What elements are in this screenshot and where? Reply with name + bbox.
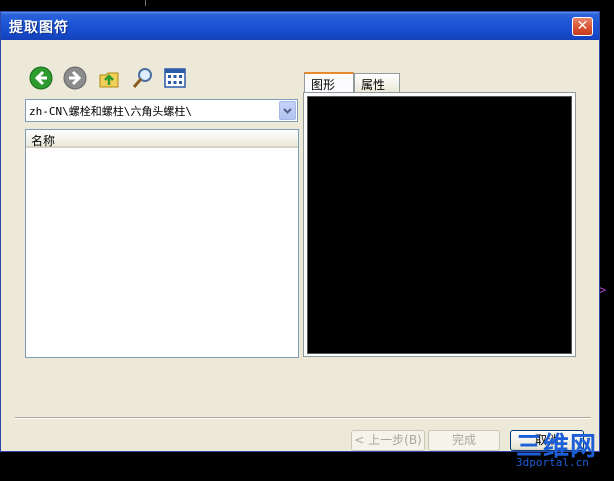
side-arrow-mark: > xyxy=(599,283,607,297)
background-right xyxy=(600,0,614,481)
close-button[interactable]: ✕ xyxy=(572,17,593,36)
graphic-preview xyxy=(307,96,572,354)
tab-properties-label: 属性 xyxy=(361,78,386,92)
tab-graphic-label: 图形 xyxy=(311,78,336,92)
separator xyxy=(15,417,591,419)
extract-symbol-dialog: 提取图符 ✕ zh-CN\螺栓和螺柱\六角头螺柱\ 名称 图形 属性 < 上一步… xyxy=(0,11,600,452)
search-icon[interactable] xyxy=(131,66,155,90)
combo-dropdown-button[interactable] xyxy=(279,101,296,120)
view-icon[interactable] xyxy=(163,66,187,90)
back-icon[interactable] xyxy=(29,66,53,90)
tab-properties[interactable]: 属性 xyxy=(354,73,400,92)
back-button[interactable]: < 上一步(B) xyxy=(351,430,425,451)
up-folder-icon[interactable] xyxy=(97,66,121,90)
path-value: zh-CN\螺栓和螺柱\六角头螺柱\ xyxy=(29,105,192,118)
column-name[interactable]: 名称 xyxy=(31,132,55,149)
title-bar[interactable]: 提取图符 ✕ xyxy=(1,12,599,40)
tab-panel xyxy=(303,92,576,357)
list-header: 名称 xyxy=(26,130,298,148)
background-mark xyxy=(145,0,146,6)
watermark-url: 3dportal.cn xyxy=(516,456,589,469)
site-watermark: 三维网 3dportal.cn xyxy=(514,426,614,474)
window-title: 提取图符 xyxy=(9,20,69,36)
chevron-down-icon xyxy=(283,108,292,114)
forward-icon[interactable] xyxy=(63,66,87,90)
symbol-list[interactable]: 名称 xyxy=(25,129,299,358)
path-combobox[interactable]: zh-CN\螺栓和螺柱\六角头螺柱\ xyxy=(25,99,298,122)
tab-graphic[interactable]: 图形 xyxy=(304,72,354,93)
finish-button[interactable]: 完成 xyxy=(428,430,500,451)
